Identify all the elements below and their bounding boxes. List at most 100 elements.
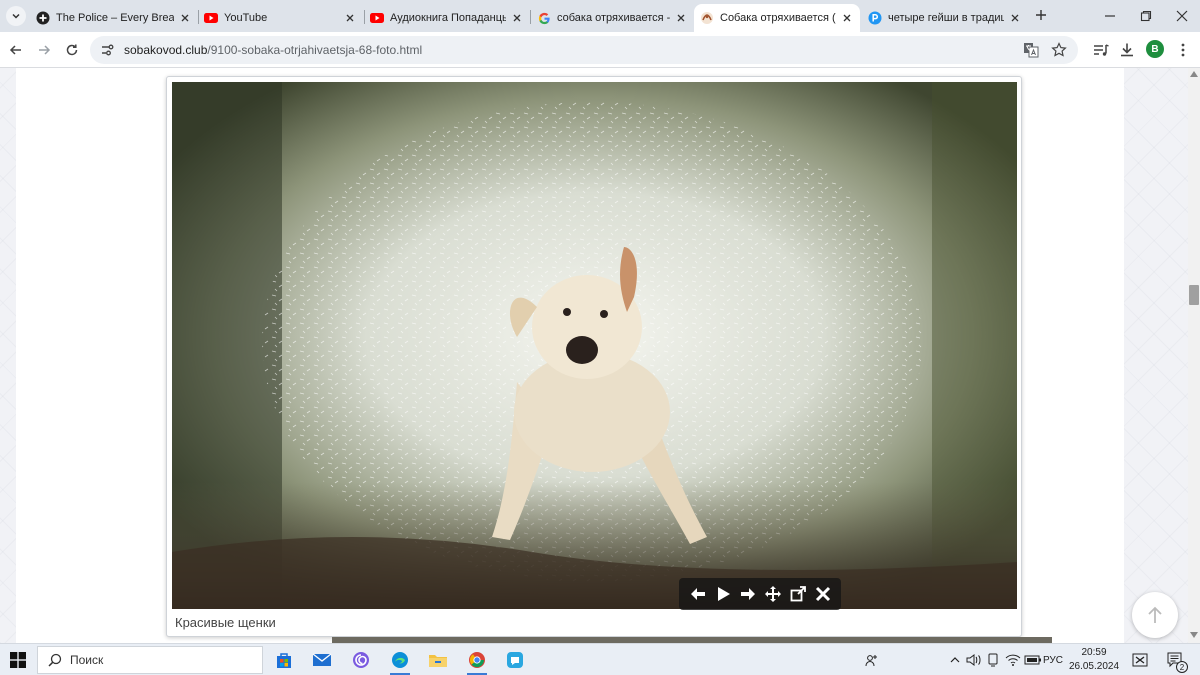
- scroll-to-top-button[interactable]: [1132, 592, 1178, 638]
- close-icon: [1176, 10, 1188, 22]
- play-icon[interactable]: [712, 583, 734, 605]
- messenger-app[interactable]: [502, 648, 528, 672]
- tab-title: Собака отряхивается (68 ф: [720, 12, 836, 24]
- key-icon[interactable]: [1130, 651, 1150, 669]
- back-button[interactable]: [6, 40, 26, 60]
- google-icon: [537, 11, 551, 25]
- chevron-down-icon: [12, 13, 20, 19]
- people-icon[interactable]: [864, 651, 880, 669]
- edge-icon: [392, 652, 408, 668]
- close-tab-icon[interactable]: [1008, 11, 1022, 25]
- folder-icon: [429, 655, 447, 667]
- mail-icon: [312, 653, 332, 666]
- edge-app[interactable]: [387, 648, 413, 675]
- next-arrow-icon[interactable]: [737, 583, 759, 605]
- scroll-up-icon[interactable]: [1190, 71, 1198, 79]
- close-tab-icon[interactable]: [510, 11, 524, 25]
- profile-avatar[interactable]: В: [1146, 40, 1164, 58]
- chrome-app[interactable]: [464, 648, 490, 675]
- url-path: /9100-sobaka-otrjahivaetsja-68-foto.html: [207, 43, 423, 57]
- chrome-icon: [469, 652, 485, 668]
- site-settings-icon[interactable]: [98, 41, 116, 59]
- mail-app[interactable]: [309, 648, 335, 672]
- reload-button[interactable]: [62, 40, 82, 60]
- chevron-up-icon[interactable]: [948, 651, 962, 669]
- spiral-app[interactable]: [348, 648, 374, 672]
- tab-strip: The Police – Every Breath You YouTube Ау…: [0, 0, 1200, 32]
- device-icon[interactable]: [986, 651, 1000, 669]
- youtube-icon: [370, 11, 384, 25]
- store-app[interactable]: [271, 648, 297, 672]
- tab-search-button[interactable]: [6, 6, 26, 26]
- page-scrollbar[interactable]: [1188, 68, 1200, 643]
- wifi-icon[interactable]: [1004, 651, 1022, 669]
- close-tab-icon[interactable]: [178, 11, 192, 25]
- tab-youtube[interactable]: YouTube: [198, 4, 363, 32]
- battery-icon[interactable]: [1024, 651, 1042, 669]
- reading-list-icon[interactable]: [1092, 41, 1110, 59]
- notification-center-button[interactable]: 2: [1164, 651, 1188, 673]
- dog-shaking-photo[interactable]: [172, 82, 1017, 609]
- translate-icon[interactable]: [1022, 41, 1040, 59]
- plus-circle-icon: [36, 11, 50, 25]
- scroll-down-icon[interactable]: [1190, 632, 1198, 640]
- messenger-icon: [507, 652, 523, 668]
- bookmark-star-icon[interactable]: [1050, 41, 1068, 59]
- minimize-icon: [1105, 15, 1115, 17]
- move-icon[interactable]: [762, 583, 784, 605]
- photo-card: Красивые щенки: [166, 76, 1022, 637]
- scrollbar-thumb[interactable]: [1189, 285, 1199, 305]
- search-icon: [48, 653, 62, 667]
- tab-active-dog[interactable]: Собака отряхивается (68 ф: [694, 4, 860, 32]
- address-bar[interactable]: sobakovod.club/9100-sobaka-otrjahivaetsj…: [90, 36, 1078, 64]
- windows-taskbar: Поиск РУС 20:59 26.05.2024 2: [0, 643, 1200, 675]
- tab-title: Аудиокнига Попаданцы в: [390, 12, 506, 24]
- system-clock[interactable]: 20:59 26.05.2024: [1066, 646, 1122, 674]
- language-indicator[interactable]: РУС: [1042, 651, 1064, 669]
- taskbar-search[interactable]: Поиск: [37, 646, 263, 674]
- tab-google-search[interactable]: собака отряхивается - По: [531, 4, 694, 32]
- arrow-left-icon: [9, 45, 21, 55]
- page-viewport: Красивые щенки: [0, 68, 1188, 643]
- youtube-icon: [204, 11, 218, 25]
- close-window-button[interactable]: [1172, 6, 1192, 26]
- close-icon[interactable]: [812, 583, 834, 605]
- new-tab-button[interactable]: [1033, 7, 1049, 23]
- restore-icon: [1140, 10, 1152, 22]
- tab-audiobook[interactable]: Аудиокнига Попаданцы в: [364, 4, 530, 32]
- windows-start-button[interactable]: [10, 652, 26, 668]
- forward-button[interactable]: [34, 40, 54, 60]
- site-dog-icon: [700, 11, 714, 25]
- browser-toolbar: sobakovod.club/9100-sobaka-otrjahivaetsj…: [0, 32, 1200, 68]
- close-tab-icon[interactable]: [343, 11, 357, 25]
- p-circle-icon: [868, 11, 882, 25]
- windows-logo-icon: [10, 652, 26, 668]
- tab-geisha[interactable]: четыре гейши в традиц: [862, 4, 1028, 32]
- tab-title: четыре гейши в традиц: [888, 12, 1004, 24]
- dog-shaking-water-image: [172, 82, 1017, 609]
- external-icon[interactable]: [787, 583, 809, 605]
- file-explorer-app[interactable]: [425, 648, 451, 672]
- tab-title: YouTube: [224, 12, 268, 24]
- url-domain: sobakovod.club: [124, 43, 208, 57]
- tab-police[interactable]: The Police – Every Breath You: [30, 4, 198, 32]
- spiral-app-icon: [353, 652, 369, 668]
- reload-icon: [66, 44, 78, 56]
- tab-title: The Police – Every Breath You: [56, 12, 174, 24]
- clock-time: 20:59: [1081, 647, 1107, 658]
- minimize-button[interactable]: [1100, 6, 1120, 26]
- close-tab-icon[interactable]: [674, 11, 688, 25]
- photo-caption: Красивые щенки: [175, 615, 276, 630]
- url-text[interactable]: sobakovod.club/9100-sobaka-otrjahivaetsj…: [124, 43, 1022, 57]
- kebab-menu-icon[interactable]: [1174, 41, 1192, 59]
- gallery-controls: [679, 578, 841, 610]
- prev-arrow-icon[interactable]: [687, 583, 709, 605]
- plus-icon: [1036, 10, 1046, 20]
- restore-button[interactable]: [1136, 6, 1156, 26]
- arrow-up-icon: [1148, 606, 1162, 623]
- download-icon[interactable]: [1118, 41, 1136, 59]
- store-icon: [277, 653, 291, 668]
- volume-icon[interactable]: [965, 651, 983, 669]
- close-tab-icon[interactable]: [840, 11, 854, 25]
- search-label: Поиск: [70, 653, 104, 667]
